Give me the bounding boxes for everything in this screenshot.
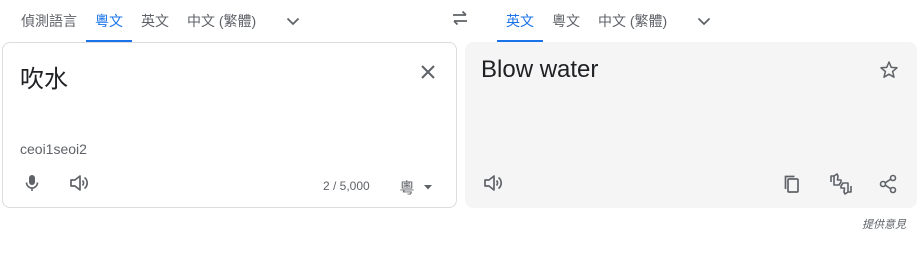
share-translation-button[interactable] xyxy=(872,168,904,200)
target-tab-chinese-traditional[interactable]: 中文 (繁體) xyxy=(589,0,676,42)
input-method-label: 粵 xyxy=(399,178,415,197)
target-tab-cantonese[interactable]: 粵文 xyxy=(543,0,589,42)
romanization-text: ceoi1seoi2 xyxy=(20,141,87,157)
target-tab-english[interactable]: 英文 xyxy=(497,0,543,42)
target-listen-button[interactable] xyxy=(477,167,509,199)
voice-input-button[interactable] xyxy=(16,167,48,199)
source-tab-cantonese[interactable]: 粵文 xyxy=(86,0,132,42)
chevron-down-icon xyxy=(423,185,432,190)
thumbs-icon xyxy=(830,173,852,195)
microphone-icon xyxy=(25,175,39,191)
source-language-bar: 偵測語言 粵文 英文 中文 (繁體) xyxy=(12,0,313,42)
source-listen-button[interactable] xyxy=(63,167,95,199)
source-tab-chinese-traditional[interactable]: 中文 (繁體) xyxy=(178,0,265,42)
save-translation-button[interactable] xyxy=(873,54,905,86)
clear-source-button[interactable] xyxy=(412,56,444,88)
target-language-more-button[interactable] xyxy=(684,0,724,42)
close-icon xyxy=(421,65,435,79)
swap-icon xyxy=(453,10,467,26)
target-language-bar: 英文 粵文 中文 (繁體) xyxy=(497,0,724,42)
rate-translation-button[interactable] xyxy=(825,168,857,200)
source-language-more-button[interactable] xyxy=(273,0,313,42)
send-feedback-link[interactable]: 提供意見 xyxy=(862,216,906,232)
translation-text: Blow water xyxy=(481,56,599,83)
chevron-down-icon xyxy=(287,17,300,26)
character-count: 2 / 5,000 xyxy=(323,179,370,193)
swap-languages-button[interactable] xyxy=(444,2,476,34)
source-tab-detect[interactable]: 偵測語言 xyxy=(12,0,86,42)
copy-icon xyxy=(784,175,799,193)
source-text-input[interactable]: 吹水 xyxy=(20,59,68,94)
translate-widget: 偵測語言 粵文 英文 中文 (繁體) 英文 粵文 中文 (繁體) 吹水 ceoi… xyxy=(0,0,922,271)
input-method-button[interactable]: 粵 xyxy=(389,171,443,203)
speaker-icon xyxy=(70,175,89,191)
share-icon xyxy=(879,174,897,194)
source-panel: 吹水 ceoi1seoi2 2 / 5,000 粵 xyxy=(2,42,457,208)
star-icon xyxy=(880,61,898,78)
chevron-down-icon xyxy=(698,17,711,26)
copy-translation-button[interactable] xyxy=(776,168,808,200)
speaker-icon xyxy=(484,175,503,191)
source-tab-english[interactable]: 英文 xyxy=(132,0,178,42)
target-panel: Blow water xyxy=(465,42,917,208)
